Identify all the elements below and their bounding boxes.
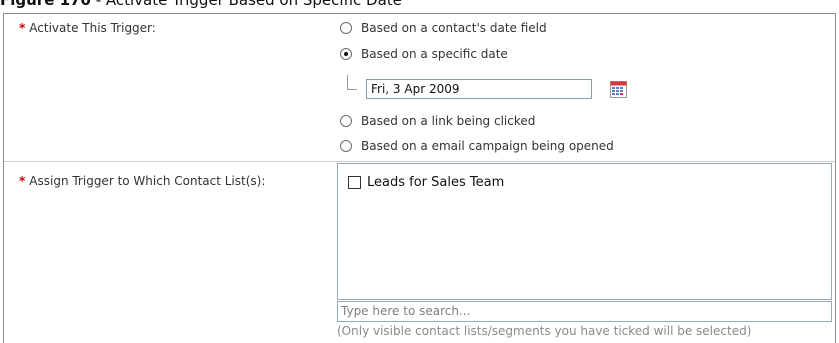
radio-link-clicked[interactable]: Based on a link being clicked: [340, 112, 535, 130]
trigger-form: * Activate This Trigger: Based on a conta…: [3, 13, 836, 343]
radio-email-opened[interactable]: Based on a email campaign being opened: [340, 137, 614, 155]
required-marker: *: [19, 21, 26, 35]
search-input[interactable]: Type here to search...: [337, 301, 832, 322]
radio-button[interactable]: [340, 22, 352, 34]
figure-label: Figure 170: [0, 0, 91, 9]
activate-trigger-label: * Activate This Trigger:: [19, 21, 156, 35]
list-item[interactable]: Leads for Sales Team: [348, 174, 504, 190]
radio-label: Based on a specific date: [361, 47, 508, 61]
calendar-icon[interactable]: [610, 81, 627, 98]
assign-list-label-text: Assign Trigger to Which Contact List(s):: [29, 174, 266, 188]
radio-button[interactable]: [340, 115, 352, 127]
required-marker: *: [19, 174, 26, 188]
radio-label: Based on a link being clicked: [361, 114, 536, 128]
figure-caption: Figure 170 - Activate Trigger Based on S…: [0, 0, 839, 13]
assign-list-label: * Assign Trigger to Which Contact List(s)…: [19, 174, 265, 188]
radio-label: Based on a email campaign being opened: [361, 139, 614, 153]
contact-list-box[interactable]: Leads for Sales Team: [337, 163, 832, 300]
caption-separator: -: [90, 0, 106, 9]
list-item-label: Leads for Sales Team: [367, 174, 505, 190]
radio-button[interactable]: [340, 140, 352, 152]
tree-connector: [347, 75, 357, 90]
list-checkbox[interactable]: [348, 175, 361, 189]
radio-specific-date[interactable]: Based on a specific date: [340, 45, 508, 63]
radio-label: Based on a contact's date field: [361, 21, 547, 35]
radio-button-selected[interactable]: [340, 48, 352, 60]
activate-trigger-label-text: Activate This Trigger:: [29, 21, 156, 35]
radio-contact-date-field[interactable]: Based on a contact's date field: [340, 19, 547, 37]
date-field[interactable]: Fri, 3 Apr 2009: [366, 79, 592, 99]
row-divider: [4, 161, 835, 162]
selection-hint: (Only visible contact lists/segments you…: [337, 324, 752, 338]
caption-text: Activate Trigger Based on Specific Date: [105, 0, 402, 9]
